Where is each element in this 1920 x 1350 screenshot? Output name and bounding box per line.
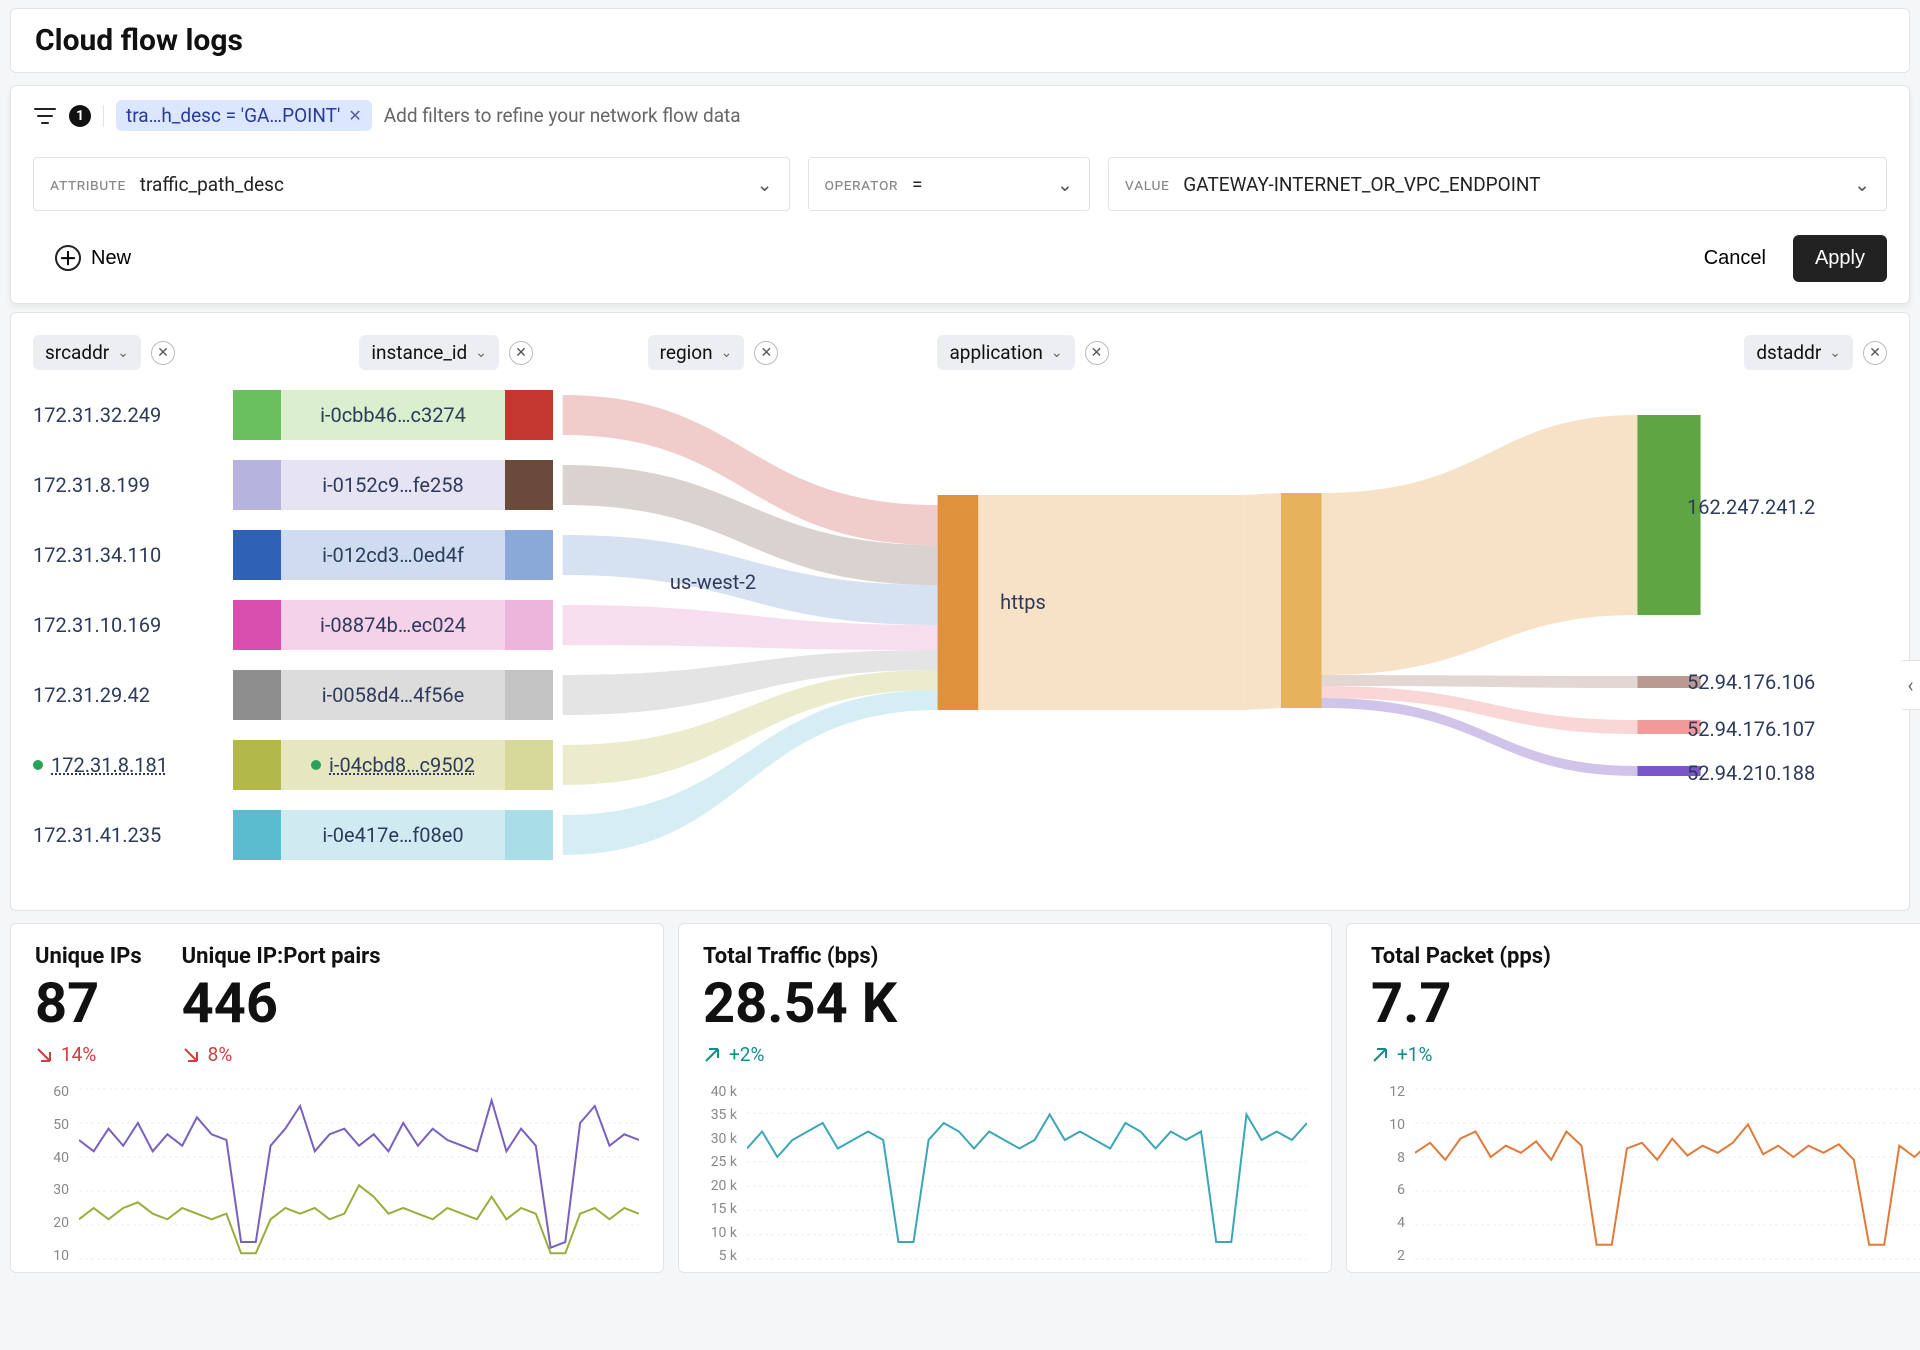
dim-application[interactable]: application⌄ <box>937 335 1074 370</box>
filter-hint: Add filters to refine your network flow … <box>384 104 741 127</box>
dst-label: 162.247.241.2 <box>1687 495 1815 519</box>
instance-row: i-0152c9…fe258 <box>233 460 553 510</box>
instance-row: i-04cbd8…c9502 <box>233 740 553 790</box>
plus-icon: ＋ <box>55 245 81 271</box>
chevron-down-icon: ⌄ <box>1057 173 1073 196</box>
page-title: Cloud flow logs <box>35 23 1885 58</box>
instance-row: i-012cd3…0ed4f <box>233 530 553 580</box>
instance-row: i-0e417e…f08e0 <box>233 810 553 860</box>
attribute-label: ATTRIBUTE <box>50 175 126 194</box>
new-filter-button[interactable]: ＋ New <box>33 233 153 283</box>
dim-region[interactable]: region⌄ <box>648 335 745 370</box>
metric-value: 28.54 K <box>703 975 1307 1031</box>
chevron-down-icon: ⌄ <box>1829 345 1841 361</box>
dst-label: 52.94.176.107 <box>1687 717 1815 741</box>
chevron-down-icon: ⌄ <box>757 173 773 196</box>
value-select[interactable]: VALUE GATEWAY-INTERNET_OR_VPC_ENDPOINT ⌄ <box>1108 157 1887 211</box>
srcaddr-label: 172.31.41.235 <box>33 810 233 860</box>
chevron-down-icon: ⌄ <box>1854 173 1870 196</box>
metric-delta: 8% <box>182 1043 381 1066</box>
metric-card-traffic: Total Traffic (bps) 28.54 K +2% 40 k35 k… <box>678 923 1332 1273</box>
chevron-down-icon: ⌄ <box>117 345 129 361</box>
remove-dim-srcaddr[interactable]: ✕ <box>151 341 175 365</box>
remove-dim-application[interactable]: ✕ <box>1085 341 1109 365</box>
metric-value: 446 <box>182 975 381 1031</box>
dst-label: 52.94.176.106 <box>1687 670 1815 694</box>
instance-row: i-08874b…ec024 <box>233 600 553 650</box>
attribute-value: traffic_path_desc <box>140 173 743 196</box>
metric-card-unique: Unique IPs 87 14% Unique IP:Port pairs 4… <box>10 923 664 1273</box>
remove-dim-dstaddr[interactable]: ✕ <box>1863 341 1887 365</box>
chevron-down-icon: ⌄ <box>475 345 487 361</box>
application-label: https <box>1000 590 1046 614</box>
value-value: GATEWAY-INTERNET_OR_VPC_ENDPOINT <box>1183 173 1840 196</box>
srcaddr-label: 172.31.10.169 <box>33 600 233 650</box>
new-label: New <box>91 247 131 270</box>
metric-delta: 14% <box>35 1043 142 1066</box>
metric-title: Total Packet (pps) <box>1371 944 1920 969</box>
operator-select[interactable]: OPERATOR = ⌄ <box>808 157 1090 211</box>
active-filter-chip[interactable]: tra…h_desc = 'GA…POINT' ✕ <box>116 100 372 131</box>
remove-dim-instance-id[interactable]: ✕ <box>509 341 533 365</box>
metric-title: Total Traffic (bps) <box>703 944 1307 969</box>
metric-title: Unique IP:Port pairs <box>182 944 381 969</box>
region-label: us-west-2 <box>670 570 756 594</box>
srcaddr-label: 172.31.34.110 <box>33 530 233 580</box>
instance-row: i-0058d4…4f56e <box>233 670 553 720</box>
metric-value: 87 <box>35 975 142 1031</box>
srcaddr-label: 172.31.29.42 <box>33 670 233 720</box>
metric-delta: +2% <box>703 1043 1307 1066</box>
apply-button[interactable]: Apply <box>1793 235 1887 282</box>
metric-title: Unique IPs <box>35 944 142 969</box>
attribute-select[interactable]: ATTRIBUTE traffic_path_desc ⌄ <box>33 157 790 211</box>
operator-label: OPERATOR <box>825 175 898 194</box>
collapse-handle[interactable]: ‹ <box>1900 660 1920 710</box>
dim-instance-id[interactable]: instance_id⌄ <box>359 335 499 370</box>
metric-card-packet: Total Packet (pps) 7.7 +1% 12108642 <box>1346 923 1920 1273</box>
operator-value: = <box>912 173 1043 196</box>
chevron-down-icon: ⌄ <box>1051 345 1063 361</box>
filter-icon[interactable] <box>33 104 57 128</box>
filter-count-badge: 1 <box>69 105 91 127</box>
close-icon[interactable]: ✕ <box>348 106 361 125</box>
instance-row: i-0cbb46…c3274 <box>233 390 553 440</box>
srcaddr-label: 172.31.8.181 <box>33 740 233 790</box>
dim-dstaddr[interactable]: dstaddr⌄ <box>1744 335 1853 370</box>
chip-label: tra…h_desc = 'GA…POINT' <box>126 104 340 127</box>
cancel-button[interactable]: Cancel <box>1682 235 1788 282</box>
dim-srcaddr[interactable]: srcaddr⌄ <box>33 335 141 370</box>
remove-dim-region[interactable]: ✕ <box>754 341 778 365</box>
divider <box>103 105 104 127</box>
metric-value: 7.7 <box>1371 975 1920 1031</box>
value-label: VALUE <box>1125 175 1169 194</box>
chevron-down-icon: ⌄ <box>721 345 733 361</box>
srcaddr-label: 172.31.32.249 <box>33 390 233 440</box>
metric-delta: +1% <box>1371 1043 1920 1066</box>
dst-label: 52.94.210.188 <box>1687 761 1815 785</box>
srcaddr-label: 172.31.8.199 <box>33 460 233 510</box>
